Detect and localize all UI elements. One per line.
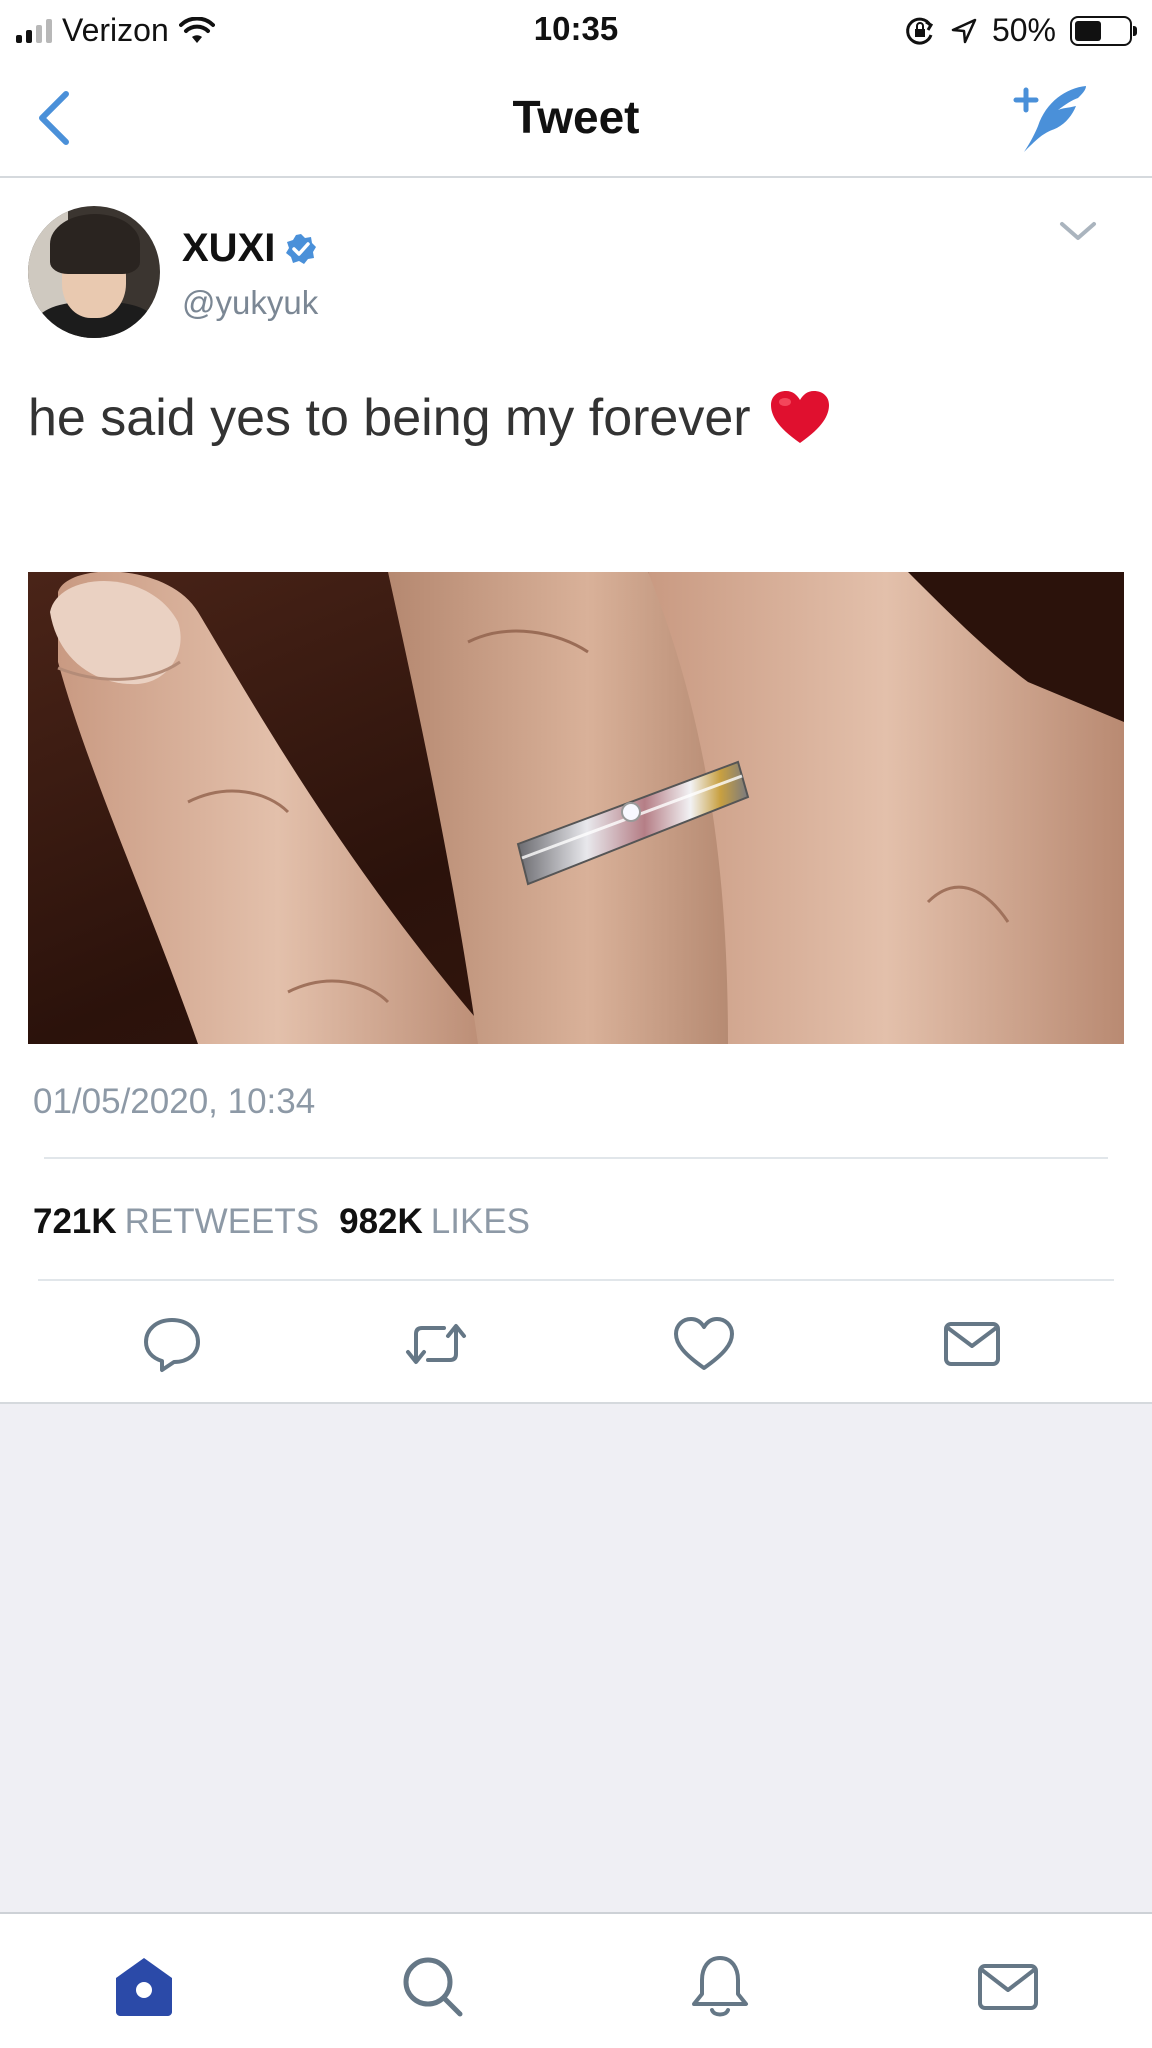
tweet-stats: 721K RETWEETS 982K LIKES <box>33 1202 542 1242</box>
tweet-photo[interactable] <box>28 572 1124 1044</box>
likes-label[interactable]: LIKES <box>431 1202 530 1242</box>
author-name[interactable]: XUXI <box>182 226 275 271</box>
chevron-down-icon[interactable] <box>1058 218 1098 246</box>
retweets-count[interactable]: 721K <box>33 1202 117 1242</box>
home-icon[interactable] <box>110 1952 178 2020</box>
search-icon[interactable] <box>398 1952 466 2020</box>
red-heart-emoji-icon <box>770 391 829 443</box>
author-name-row[interactable]: XUXI <box>182 226 317 271</box>
verified-badge-icon <box>286 233 317 264</box>
likes-count[interactable]: 982K <box>339 1202 423 1242</box>
divider <box>44 1157 1108 1159</box>
retweets-label[interactable]: RETWEETS <box>125 1202 319 1242</box>
battery-percent: 50% <box>991 12 1056 48</box>
page-title: Tweet <box>512 91 640 143</box>
retweet-icon[interactable] <box>404 1312 468 1376</box>
status-right: 50% <box>904 12 1137 49</box>
reply-icon[interactable] <box>140 1312 204 1376</box>
notifications-icon[interactable] <box>686 1952 754 2020</box>
direct-message-icon[interactable] <box>940 1312 1004 1376</box>
status-bar: Verizon 10:35 50% <box>0 0 1152 58</box>
tab-bar <box>0 1912 1152 2048</box>
compose-tweet-icon[interactable] <box>1006 78 1096 158</box>
navigation-bar: Tweet <box>0 58 1152 178</box>
divider <box>38 1279 1114 1281</box>
tweet-actions <box>0 1304 1152 1380</box>
orientation-lock-icon <box>906 17 934 45</box>
empty-feed-area <box>0 1402 1152 1914</box>
ring-hand-image <box>28 572 1124 1044</box>
battery-icon <box>1070 15 1137 46</box>
tweet-text-row: he said yes to being my forever <box>28 388 831 448</box>
avatar[interactable] <box>28 206 160 338</box>
author-handle[interactable]: @yukyuk <box>182 284 318 322</box>
tweet-timestamp: 01/05/2020, 10:34 <box>33 1082 316 1121</box>
tweet-text: he said yes to being my forever <box>28 389 751 447</box>
messages-icon[interactable] <box>974 1952 1042 2020</box>
location-icon <box>951 18 977 43</box>
like-icon[interactable] <box>672 1312 736 1376</box>
